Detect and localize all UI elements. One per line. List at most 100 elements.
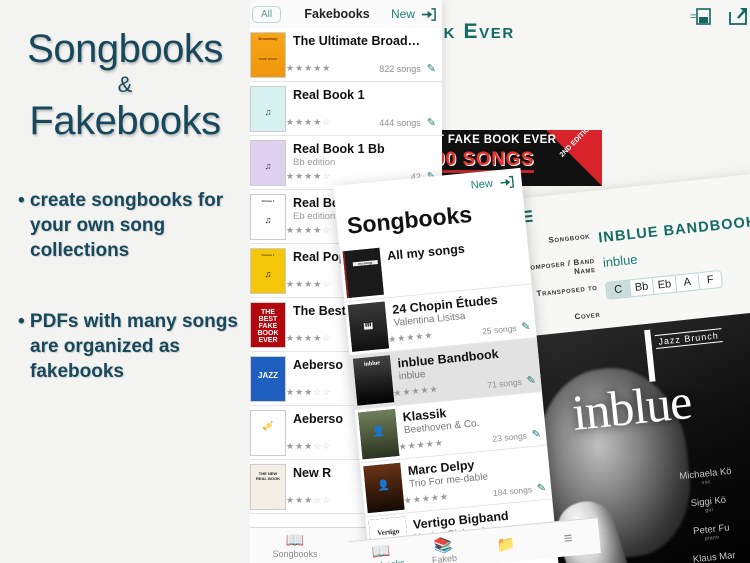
promo-column: Songbooks & Fakebooks • create songbooks…: [0, 0, 250, 563]
transpose-option-bb[interactable]: Bb: [628, 278, 654, 297]
fakebook-name: The Ultimate Broad…: [293, 34, 421, 48]
rating-stars[interactable]: ★★★★★: [388, 330, 434, 345]
rating-stars[interactable]: ★★★☆☆: [286, 495, 331, 506]
songbook-thumbnail: 👤: [363, 462, 405, 514]
song-count: 184 songs: [492, 483, 533, 498]
book-open-icon: 📖: [285, 531, 305, 549]
fakebook-name: Real Book 1: [293, 88, 365, 102]
new-songbook-button[interactable]: New: [470, 178, 493, 192]
rating-stars[interactable]: ★★★★★: [393, 384, 439, 399]
tab-songbooks-front[interactable]: 📖 Songbooks: [349, 541, 414, 563]
rating-stars[interactable]: ★★★★★: [286, 63, 331, 74]
tab-songbooks-back[interactable]: 📖 Songbooks: [246, 531, 344, 559]
transpose-option-a[interactable]: A: [674, 273, 700, 292]
fakebook-list-header: All Fakebooks New: [246, 0, 442, 28]
fakebook-row[interactable]: ♫ Real Book 1 ★★★★☆ 444 songs ✎: [246, 82, 442, 136]
promo-bullet: • PDFs with many songs are organized as …: [18, 311, 238, 382]
edit-icon[interactable]: ✎: [536, 481, 546, 495]
songbook-row-body: Marc Delpy Trio For me-dable ★★★★★ 184 s…: [400, 449, 547, 509]
promo-title-line1: Songbooks: [27, 27, 223, 71]
cover-art: THE BEST FAKE BOOK EVER: [251, 303, 285, 347]
promo-bullets: • create songbooks for your own song col…: [0, 188, 250, 384]
songbook-thumbnail: 🎹: [347, 301, 390, 352]
fakebook-edition: Bb edition: [293, 157, 336, 168]
rating-stars[interactable]: ★★★★☆: [286, 225, 331, 236]
rating-stars[interactable]: ★★★★☆: [286, 333, 331, 344]
fakebook-row-body: Real Book 1 ★★★★☆ 444 songs ✎: [286, 86, 436, 131]
cover-title: inblue: [569, 372, 694, 442]
songbook-thumbnail: inblue: [352, 355, 395, 406]
fakebook-row[interactable]: Broadway FAKE BOOK The Ultimate Broad… ★★…: [246, 28, 442, 82]
song-count: 444 songs: [379, 117, 421, 128]
cover-art: 🎹: [347, 301, 390, 352]
share-icon[interactable]: [728, 6, 748, 26]
edit-icon[interactable]: ✎: [427, 62, 436, 75]
fakebook-thumbnail: Volume 1 ♫: [250, 248, 286, 294]
fakebook-thumbnail: Broadway FAKE BOOK: [250, 32, 286, 78]
tab-folders-front[interactable]: 📁: [474, 534, 538, 556]
cover-accent-bar: [644, 329, 656, 382]
rating-stars[interactable]: ★★★★☆: [286, 171, 331, 182]
pdf-export-icon[interactable]: =: [690, 6, 712, 26]
transpose-option-eb[interactable]: Eb: [651, 275, 677, 295]
fakebook-thumbnail: ♫: [250, 140, 286, 186]
songbook-row-body: All my songs: [379, 234, 526, 294]
transpose-segments[interactable]: C Bb Eb A F: [604, 269, 724, 300]
promo-title-line2: Fakebooks: [29, 99, 221, 143]
rating-stars[interactable]: ★★★★★: [398, 438, 444, 453]
cover-art: Volume 1 ♫: [251, 195, 285, 239]
edit-icon[interactable]: ✎: [521, 320, 531, 334]
rating-stars[interactable]: ★★★★☆: [286, 279, 331, 290]
tab-label: Songbooks: [272, 548, 318, 559]
rating-stars[interactable]: ★★★☆☆: [286, 441, 331, 452]
fakebook-thumbnail: THE NEW REAL BOOK: [250, 464, 286, 510]
song-count: 23 songs: [491, 430, 528, 444]
rating-stars[interactable]: ★★★★☆: [286, 117, 331, 128]
songbooks-list-panel: New Songbooks my songs All my songs 🎹 24…: [333, 167, 559, 563]
edit-icon[interactable]: ✎: [427, 116, 436, 129]
cover-art: THE NEW REAL BOOK: [251, 465, 285, 509]
promo-title: Songbooks & Fakebooks: [0, 0, 250, 144]
fakebook-thumbnail: JAZZ: [250, 356, 286, 402]
import-icon[interactable]: [421, 7, 436, 22]
folder-icon: 📁: [495, 534, 516, 554]
cover-art: inblue: [352, 355, 395, 406]
songbook-thumbnail: 👤: [358, 409, 400, 460]
cover-art: Broadway FAKE BOOK: [251, 33, 285, 77]
songbook-thumbnail: my songs: [342, 247, 384, 299]
rating-stars[interactable]: ★★★☆☆: [286, 387, 331, 398]
songbook-row-body: 24 Chopin Études Valentina Lisitsa ★★★★★…: [385, 288, 532, 348]
cover-banner: Jazz Brunch: [654, 328, 723, 350]
app-screenshot: = Fake Book Ever Book Ever DF A F BEST F…: [0, 0, 750, 563]
edit-icon[interactable]: ✎: [531, 427, 541, 441]
promo-title-amp: &: [117, 72, 133, 97]
tab-label: Fakeb: [431, 552, 458, 563]
credit-name: Klaus Mar: [692, 549, 737, 563]
svg-text:=: =: [690, 11, 696, 23]
songbook-rows: my songs All my songs 🎹 24 Chopin Études…: [339, 230, 558, 563]
tab-list-front[interactable]: ≡: [536, 528, 600, 550]
filter-all-button[interactable]: All: [252, 5, 282, 23]
fakebook-row-body: The Ultimate Broad… ★★★★★ 822 songs ✎: [286, 32, 436, 77]
promo-bullet: • create songbooks for your own song col…: [18, 190, 224, 261]
cover-art: ♫: [251, 141, 285, 185]
tab-fakebooks-front[interactable]: 📚 Fakeb: [411, 535, 476, 563]
fakebook-thumbnail: Volume 1 ♫: [250, 194, 286, 240]
songbook-row-body: inblue Bandbook inblue ★★★★★ 71 songs ✎: [390, 342, 537, 402]
cover-art: my songs: [342, 247, 384, 299]
fakebook-name: Real Book 1 Bb: [293, 142, 385, 156]
transpose-option-f[interactable]: F: [697, 270, 723, 290]
composer-value[interactable]: inblue: [602, 252, 638, 271]
import-icon[interactable]: [499, 175, 515, 190]
edit-icon[interactable]: ✎: [526, 373, 536, 387]
fakebook-thumbnail: 🎺: [250, 410, 286, 456]
song-count: 25 songs: [481, 322, 517, 336]
transpose-option-c[interactable]: C: [605, 280, 631, 299]
rating-stars[interactable]: ★★★★★: [403, 491, 449, 506]
fakebook-row-meta: ★★★★★ 822 songs ✎: [286, 62, 436, 75]
cover-art: 👤: [363, 462, 405, 514]
new-fakebook-button[interactable]: New: [391, 7, 415, 21]
song-count: 71 songs: [486, 376, 523, 390]
cover-art: ♫: [251, 87, 285, 131]
cover-credit: Klaus Mar drums: [654, 546, 750, 563]
